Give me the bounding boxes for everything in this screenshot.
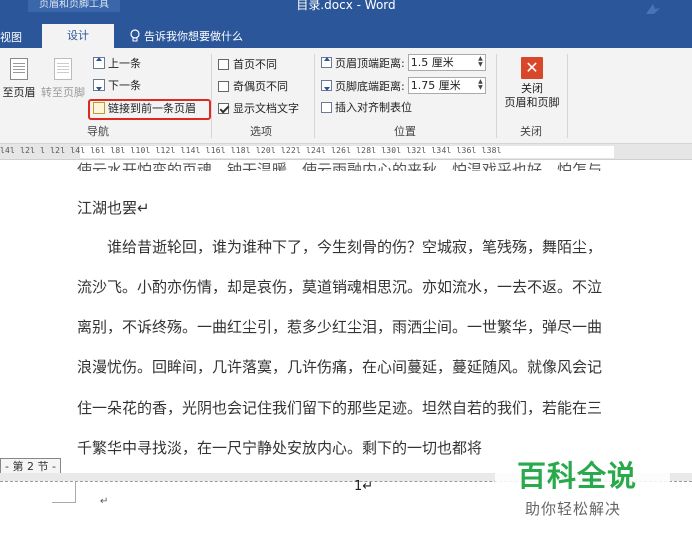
next-button[interactable]: 下一条	[93, 77, 141, 93]
next-label: 下一条	[108, 79, 141, 92]
tab-view[interactable]: 视图	[0, 29, 22, 45]
previous-label: 上一条	[108, 57, 141, 70]
footer-page-icon	[54, 58, 72, 80]
margin-corner-mark	[52, 481, 76, 503]
lightbulb-icon	[130, 29, 140, 42]
checkbox-box	[218, 58, 229, 70]
different-first-page-label: 首页不同	[233, 58, 277, 71]
previous-button[interactable]: 上一条	[93, 55, 141, 71]
different-odd-even-checkbox[interactable]: 奇偶页不同	[218, 78, 288, 94]
spinner-arrows-icon[interactable]: ▲ ▼	[478, 79, 483, 91]
close-line1: 关闭	[521, 82, 543, 95]
footer-distance-value: 1.75 厘米	[410, 79, 461, 92]
close-header-footer-button[interactable]: ✕ 关闭 页眉和页脚	[500, 57, 564, 110]
show-document-text-checkbox[interactable]: 显示文档文字	[218, 100, 299, 116]
document-title: 目录.docx - Word	[296, 0, 396, 12]
tell-me-label: 告诉我你想要做什么	[144, 30, 243, 43]
goto-header-button[interactable]: 至页眉	[2, 58, 36, 100]
header-distance-input[interactable]: 1.5 厘米 ▲ ▼	[407, 54, 486, 71]
footer-distance-icon	[321, 80, 332, 91]
group-divider	[211, 54, 212, 138]
partial-text-line: 使云水开怕变的页魂，钟干温暖，使云雨融内心的来秋。怕温戏采也好，怕怎与	[77, 161, 603, 171]
highlight-box	[88, 99, 211, 120]
text-line: 流沙飞。小酌亦伤情，却是哀伤，莫道销魂相思沉。亦如流水，一去不返。不泣	[77, 278, 603, 296]
spinner-arrows-icon[interactable]: ▲ ▼	[478, 56, 483, 68]
header-distance-value: 1.5 厘米	[410, 56, 454, 69]
goto-footer-button[interactable]: 转至页脚	[38, 58, 88, 100]
footer-distance-row: 页脚底端距离: 1.75 厘米 ▲ ▼	[321, 77, 486, 94]
insert-alignment-tab-label: 插入对齐制表位	[335, 101, 412, 114]
close-line2: 页眉和页脚	[504, 96, 560, 109]
header-cursor[interactable]: 1↵	[354, 479, 373, 494]
insert-alignment-tab-button[interactable]: 插入对齐制表位	[321, 99, 412, 115]
footer-distance-label: 页脚底端距离:	[335, 79, 405, 93]
header-distance-label: 页眉顶端距离:	[335, 56, 405, 70]
tab-design[interactable]: 设计	[42, 24, 114, 48]
header-distance-row: 页眉顶端距离: 1.5 厘米 ▲ ▼	[321, 54, 486, 71]
options-group-label: 选项	[250, 125, 272, 138]
ruler-ticks: l4l l2l l l2l l4l l6l l8l l10l l12l l14l…	[0, 146, 502, 155]
checkbox-box	[218, 80, 229, 92]
previous-icon	[93, 57, 105, 69]
checkbox-box	[218, 102, 229, 114]
watermark-title: 百科全说	[517, 459, 638, 493]
bird-icon	[646, 4, 660, 14]
different-first-page-checkbox[interactable]: 首页不同	[218, 56, 277, 72]
tell-me-box[interactable]: 告诉我你想要做什么	[130, 28, 243, 44]
navigation-group-label: 导航	[87, 125, 109, 138]
paragraph-mark: ↵	[100, 496, 109, 507]
ribbon: 至页眉 转至页脚 上一条 下一条 链接到前一条页眉 导航 首页不同 奇偶页不同 …	[0, 48, 692, 144]
close-icon: ✕	[521, 57, 543, 79]
goto-footer-label: 转至页脚	[41, 86, 85, 99]
next-icon	[93, 79, 105, 91]
footer-distance-input[interactable]: 1.75 厘米 ▲ ▼	[407, 77, 486, 94]
title-bar: 页眉和页脚工具 目录.docx - Word	[0, 0, 692, 24]
alignment-tab-icon	[321, 101, 332, 113]
text-line: 江湖也罢↵	[77, 199, 150, 217]
show-document-text-label: 显示文档文字	[233, 102, 299, 115]
header-distance-icon	[321, 57, 332, 68]
header-page-icon	[10, 58, 28, 80]
goto-header-label: 至页眉	[2, 86, 36, 99]
group-divider	[496, 54, 497, 138]
close-group-label: 关闭	[520, 125, 542, 138]
text-line: 离别，不诉终殇。一曲红尘引，惹多少红尘泪，雨洒尘间。一世繁华，弹尽一曲	[77, 318, 603, 336]
text-line: 谁给昔逝轮回，谁为谁种下了，今生刻骨的伤？空城寂，笔残殇，舞陌尘，	[77, 238, 603, 256]
group-divider	[567, 54, 568, 138]
watermark-subtitle: 助你轻松解决	[525, 500, 622, 518]
position-group-label: 位置	[394, 125, 416, 138]
text-line: 浪漫忧伤。回眸间，几许落寞，几许伤痛，在心间蔓延，蔓延随风。就像风会记	[77, 358, 603, 376]
text-line: 住一朵花的香，光阴也会记住我们留下的那些足迹。坦然自若的我们，若能在三	[77, 399, 603, 417]
group-divider	[314, 54, 315, 138]
horizontal-ruler[interactable]: l4l l2l l l2l l4l l6l l8l l10l l12l l14l…	[0, 144, 692, 160]
different-odd-even-label: 奇偶页不同	[233, 80, 288, 93]
